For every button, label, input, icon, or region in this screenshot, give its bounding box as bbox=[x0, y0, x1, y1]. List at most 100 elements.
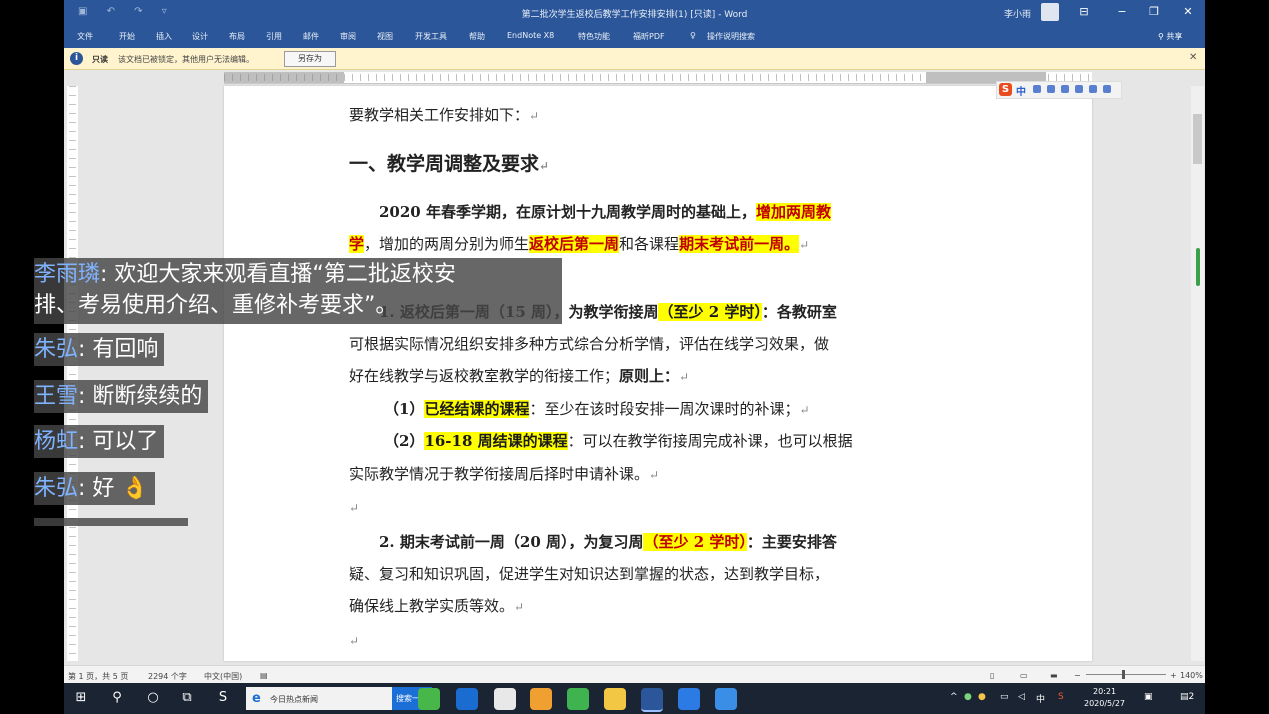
chat-user: 王雪 bbox=[34, 384, 79, 409]
tab-review[interactable]: 审阅 bbox=[340, 31, 356, 42]
app-s-icon[interactable]: S bbox=[214, 689, 232, 707]
wechat-icon[interactable] bbox=[567, 688, 589, 710]
tab-mailings[interactable]: 邮件 bbox=[303, 31, 319, 42]
notification-badge-icon[interactable]: ▣ bbox=[1144, 692, 1153, 702]
tab-references[interactable]: 引用 bbox=[266, 31, 282, 42]
zoom-in-icon[interactable]: + bbox=[1170, 671, 1177, 680]
tab-developer[interactable]: 开发工具 bbox=[415, 31, 447, 42]
time: 20:21 bbox=[1092, 687, 1117, 696]
close-icon[interactable]: ✕ bbox=[1189, 52, 1197, 63]
skin-icon[interactable] bbox=[1089, 85, 1097, 93]
save-as-button[interactable]: 另存为 bbox=[284, 51, 336, 67]
zoom-out-icon[interactable]: − bbox=[1074, 671, 1081, 680]
chat-message-1: 李雨璘: 欢迎大家来观看直播“第二批返校安 排、考易使用介绍、重修补考要求”。 bbox=[34, 258, 562, 324]
word-count[interactable]: 2294 个字 bbox=[148, 671, 187, 682]
chat-user: 朱弘 bbox=[34, 337, 79, 362]
zoom-slider-knob[interactable] bbox=[1122, 670, 1125, 679]
task-view-icon[interactable]: ⧉ bbox=[178, 689, 196, 707]
highlight-week-before-exam: 期末考试前一周。 bbox=[679, 235, 800, 253]
emoji-icon[interactable] bbox=[1047, 85, 1055, 93]
tab-design[interactable]: 设计 bbox=[192, 31, 208, 42]
cortana-icon[interactable]: ○ bbox=[144, 689, 162, 707]
app-blue-icon[interactable] bbox=[678, 688, 700, 710]
tab-file[interactable]: 文件 bbox=[77, 31, 93, 42]
zoom-slider[interactable] bbox=[1086, 674, 1166, 675]
item1-number: （1） bbox=[384, 400, 425, 418]
network-icon[interactable]: ▭ bbox=[1000, 692, 1009, 702]
message-text: 该文档已被锁定，其他用户无法编辑。 bbox=[118, 55, 254, 64]
action-center-icon[interactable]: ▤2 bbox=[1180, 692, 1194, 702]
tab-view[interactable]: 视图 bbox=[377, 31, 393, 42]
tray-app-icon[interactable]: ● bbox=[964, 692, 972, 702]
volume-icon[interactable]: ◁ bbox=[1018, 692, 1025, 702]
avatar[interactable] bbox=[1041, 3, 1059, 21]
word-taskbar-icon[interactable] bbox=[641, 688, 663, 712]
print-layout-icon[interactable]: ▭ bbox=[1020, 671, 1028, 680]
zoom-level[interactable]: 140% bbox=[1180, 671, 1203, 680]
tell-me-search[interactable]: 操作说明搜索 bbox=[707, 31, 755, 42]
tab-home[interactable]: 开始 bbox=[119, 31, 135, 42]
file-explorer-icon[interactable] bbox=[604, 688, 626, 710]
microphone-icon[interactable] bbox=[1061, 85, 1069, 93]
ime-toolbar[interactable]: S 中 bbox=[996, 81, 1122, 99]
lightbulb-icon: ♀ bbox=[690, 31, 696, 40]
close-button[interactable]: ✕ bbox=[1178, 3, 1198, 21]
punctuation-icon[interactable] bbox=[1033, 85, 1041, 93]
tab-endnote[interactable]: EndNote X8 bbox=[507, 31, 554, 40]
scrollbar-thumb[interactable] bbox=[1193, 114, 1202, 164]
empty-paragraph: ↵ bbox=[349, 497, 359, 518]
maximize-button[interactable]: ❐ bbox=[1144, 3, 1164, 21]
read-mode-icon[interactable]: ▯ bbox=[990, 671, 994, 680]
page-count[interactable]: 第 1 页，共 5 页 bbox=[68, 671, 128, 682]
highlight-min-hours-1: （至少 2 学时） bbox=[658, 303, 762, 321]
item1-text: ：至少在该时段安排一周次课时的补课； bbox=[529, 400, 800, 418]
ime-mode[interactable]: 中 bbox=[1016, 83, 1026, 98]
tray-app2-icon[interactable]: ● bbox=[978, 692, 986, 702]
user-name[interactable]: 李小雨 bbox=[1004, 7, 1031, 20]
paragraph-mark: ↵ bbox=[649, 468, 660, 482]
tab-foxit-pdf[interactable]: 福昕PDF bbox=[633, 31, 665, 42]
search-query[interactable]: 今日热点新闻 bbox=[270, 694, 318, 705]
windows-start-icon[interactable]: ⊞ bbox=[72, 689, 90, 707]
app-blue2-icon[interactable] bbox=[715, 688, 737, 710]
edge-icon[interactable] bbox=[456, 688, 478, 710]
ie-icon: e bbox=[252, 691, 261, 706]
vertical-ruler[interactable] bbox=[67, 86, 78, 661]
minimize-button[interactable]: − bbox=[1112, 3, 1132, 21]
macro-icon[interactable]: ▤ bbox=[260, 671, 268, 680]
paragraph-mark: ↵ bbox=[799, 403, 810, 417]
app-orange-icon[interactable] bbox=[530, 688, 552, 710]
ribbon-display-icon[interactable]: ⊟ bbox=[1074, 3, 1094, 21]
item2-line2: 实际教学情况于教学衔接周后择时申请补课。↵ bbox=[349, 464, 659, 485]
scroll-position-marker bbox=[1196, 248, 1200, 286]
web-layout-icon[interactable]: ▬ bbox=[1050, 671, 1058, 680]
browser-search-box[interactable]: e 今日热点新闻 搜索一下 bbox=[246, 687, 432, 710]
tab-help[interactable]: 帮助 bbox=[469, 31, 485, 42]
search-icon[interactable]: ⚲ bbox=[108, 689, 126, 707]
tray-expand-icon[interactable]: ^ bbox=[950, 692, 958, 702]
para3-line1: 2. 期末考试前一周（20 周），为复习周（至少 2 学时）：主要安排答 bbox=[379, 532, 837, 552]
sogou-tray-icon[interactable]: S bbox=[1058, 692, 1064, 702]
paragraph-mark: ↵ bbox=[514, 600, 525, 614]
chat-message-3: 王雪: 断断续续的 bbox=[34, 380, 209, 413]
message-bar: i 只读 该文档已被锁定，其他用户无法编辑。 另存为 ✕ bbox=[64, 48, 1205, 70]
toolbox-icon[interactable] bbox=[1103, 85, 1111, 93]
paragraph-mark: ↵ bbox=[349, 634, 360, 648]
vertical-scrollbar[interactable] bbox=[1191, 86, 1204, 661]
document-page[interactable]: 要教学相关工作安排如下：↵ 一、教学周调整及要求↵ 2020 年春季学期，在原计… bbox=[224, 86, 1092, 661]
ime-tray[interactable]: 中 bbox=[1036, 692, 1045, 705]
clock[interactable]: 20:21 2020/5/27 bbox=[1084, 686, 1125, 710]
keyboard-icon[interactable] bbox=[1075, 85, 1083, 93]
chat-message-partial bbox=[34, 518, 188, 526]
app-green-icon[interactable] bbox=[418, 688, 440, 710]
intro-text: 要教学相关工作安排如下： bbox=[349, 106, 530, 124]
qq-icon[interactable] bbox=[494, 688, 516, 710]
tab-insert[interactable]: 插入 bbox=[156, 31, 172, 42]
tab-layout[interactable]: 布局 bbox=[229, 31, 245, 42]
tab-features[interactable]: 特色功能 bbox=[578, 31, 610, 42]
horizontal-ruler[interactable] bbox=[224, 72, 1092, 84]
item1-line: （1）已经结课的课程：至少在该时段安排一周次课时的补课；↵ bbox=[384, 399, 810, 420]
share-button[interactable]: ⚲ 共享 bbox=[1158, 31, 1182, 42]
language[interactable]: 中文(中国) bbox=[204, 671, 242, 682]
title-bar: ▣ ↶ ↷ ▿ 第二批次学生返校后教学工作安排安排(1) [只读] - Word… bbox=[64, 0, 1205, 25]
